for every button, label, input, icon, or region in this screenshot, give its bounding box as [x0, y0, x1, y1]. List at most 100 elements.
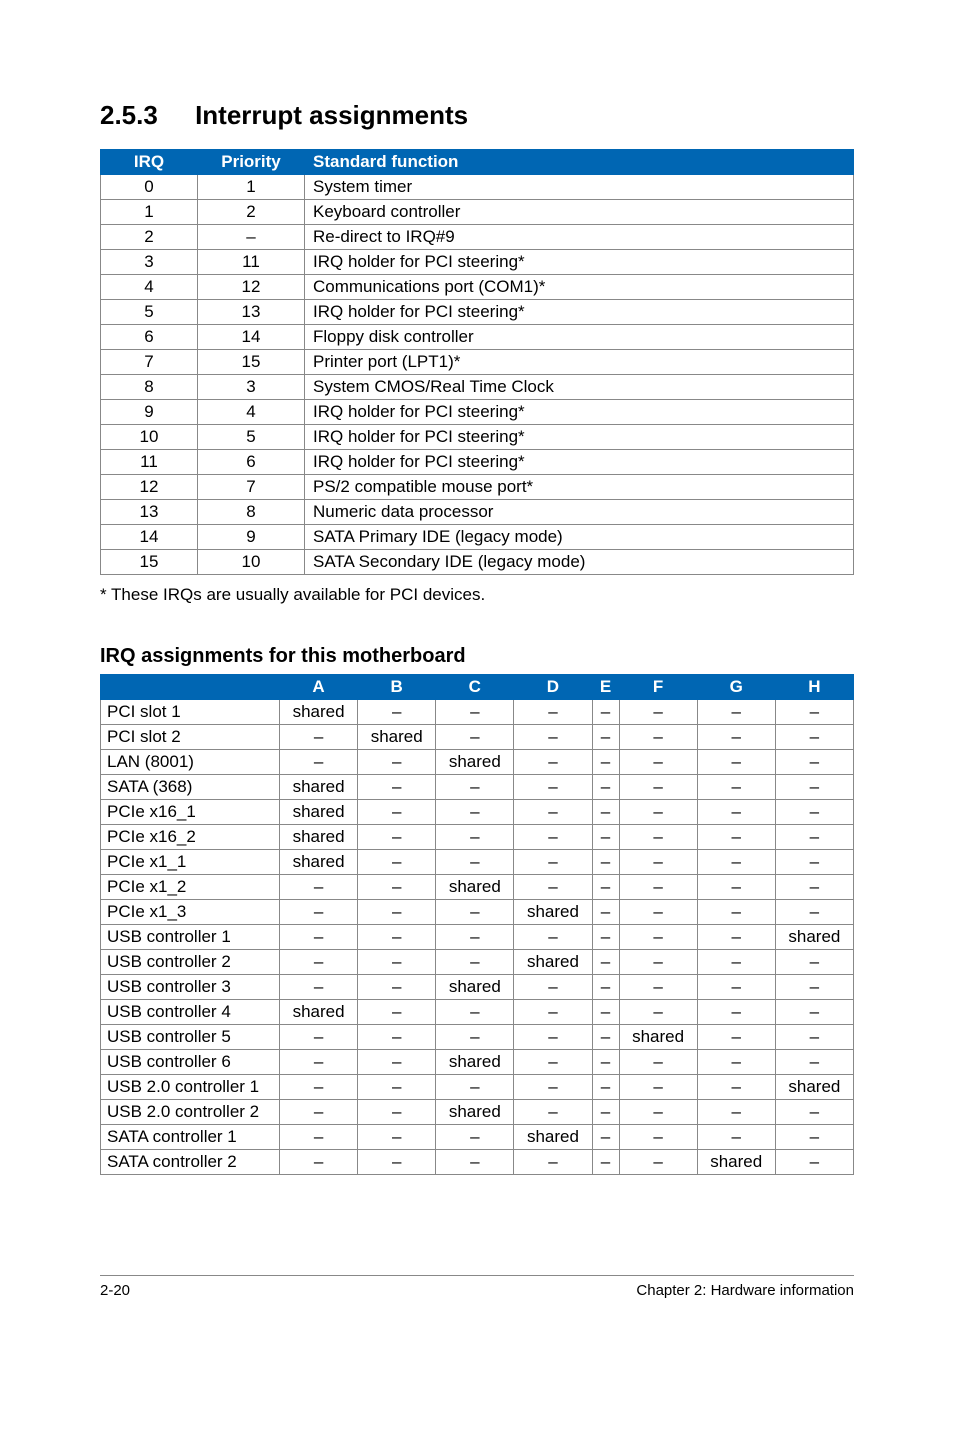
- assign-cell: –: [775, 1100, 853, 1125]
- table-row: PCIe x1_1shared–––––––: [101, 850, 854, 875]
- assign-cell: –: [697, 1025, 775, 1050]
- assign-cell: –: [592, 1000, 619, 1025]
- assign-row-label: SATA (368): [101, 775, 280, 800]
- assign-cell: –: [514, 1100, 592, 1125]
- assign-cell: –: [697, 825, 775, 850]
- assign-cell: –: [280, 900, 358, 925]
- assign-row-label: PCIe x1_3: [101, 900, 280, 925]
- assign-row-label: USB controller 5: [101, 1025, 280, 1050]
- assign-cell: shared: [436, 875, 514, 900]
- table-row: 2–Re-direct to IRQ#9: [101, 225, 854, 250]
- assign-table-header-col: G: [697, 675, 775, 700]
- assign-cell: –: [514, 850, 592, 875]
- assign-table-header-col: H: [775, 675, 853, 700]
- table-row: LAN (8001)––shared–––––: [101, 750, 854, 775]
- assign-cell: –: [619, 750, 697, 775]
- priority-cell: 9: [198, 525, 305, 550]
- assign-cell: –: [280, 725, 358, 750]
- assign-cell: –: [592, 950, 619, 975]
- assign-cell: –: [280, 925, 358, 950]
- priority-cell: 10: [198, 550, 305, 575]
- assign-cell: –: [775, 875, 853, 900]
- assign-cell: –: [358, 700, 436, 725]
- assign-table-header-col: D: [514, 675, 592, 700]
- assign-cell: –: [514, 925, 592, 950]
- assign-cell: –: [619, 950, 697, 975]
- assign-cell: –: [514, 1025, 592, 1050]
- irq-table-header-irq: IRQ: [101, 150, 198, 175]
- assign-row-label: PCIe x1_2: [101, 875, 280, 900]
- assign-cell: –: [592, 1150, 619, 1175]
- assign-cell: shared: [280, 700, 358, 725]
- assign-cell: –: [436, 825, 514, 850]
- assign-cell: –: [775, 1125, 853, 1150]
- assign-cell: –: [592, 1050, 619, 1075]
- assign-cell: –: [436, 850, 514, 875]
- assign-cell: –: [775, 975, 853, 1000]
- assign-cell: –: [619, 1050, 697, 1075]
- assign-cell: –: [514, 700, 592, 725]
- irq-footnote: * These IRQs are usually available for P…: [100, 585, 854, 605]
- table-row: SATA controller 2––––––shared–: [101, 1150, 854, 1175]
- assign-cell: shared: [358, 725, 436, 750]
- priority-cell: 2: [198, 200, 305, 225]
- priority-cell: 3: [198, 375, 305, 400]
- assign-cell: –: [775, 850, 853, 875]
- assign-cell: shared: [280, 825, 358, 850]
- fn-cell: Re-direct to IRQ#9: [305, 225, 854, 250]
- priority-cell: 5: [198, 425, 305, 450]
- assign-cell: –: [592, 775, 619, 800]
- assign-row-label: PCIe x16_2: [101, 825, 280, 850]
- assign-cell: shared: [280, 800, 358, 825]
- assign-cell: shared: [436, 1050, 514, 1075]
- assign-cell: –: [775, 725, 853, 750]
- assign-cell: shared: [436, 975, 514, 1000]
- priority-cell: 13: [198, 300, 305, 325]
- assign-cell: –: [592, 1100, 619, 1125]
- assign-cell: –: [436, 700, 514, 725]
- irq-cell: 2: [101, 225, 198, 250]
- assign-cell: –: [619, 900, 697, 925]
- assign-cell: –: [280, 1075, 358, 1100]
- assign-cell: –: [592, 875, 619, 900]
- assign-cell: –: [436, 950, 514, 975]
- table-row: PCI slot 2–shared––––––: [101, 725, 854, 750]
- assign-cell: –: [775, 700, 853, 725]
- fn-cell: IRQ holder for PCI steering*: [305, 300, 854, 325]
- assign-cell: –: [280, 1025, 358, 1050]
- table-row: 311IRQ holder for PCI steering*: [101, 250, 854, 275]
- fn-cell: Keyboard controller: [305, 200, 854, 225]
- assign-cell: –: [592, 1075, 619, 1100]
- assign-cell: shared: [775, 925, 853, 950]
- priority-cell: 1: [198, 175, 305, 200]
- assign-cell: –: [514, 1000, 592, 1025]
- irq-cell: 12: [101, 475, 198, 500]
- assign-cell: –: [280, 950, 358, 975]
- assign-cell: –: [592, 1025, 619, 1050]
- irq-cell: 3: [101, 250, 198, 275]
- assign-cell: –: [697, 775, 775, 800]
- assign-cell: –: [775, 1025, 853, 1050]
- assign-cell: –: [697, 875, 775, 900]
- assign-cell: shared: [514, 950, 592, 975]
- assign-cell: –: [436, 775, 514, 800]
- assign-cell: shared: [280, 850, 358, 875]
- fn-cell: IRQ holder for PCI steering*: [305, 425, 854, 450]
- table-row: USB controller 5–––––shared––: [101, 1025, 854, 1050]
- fn-cell: Printer port (LPT1)*: [305, 350, 854, 375]
- table-row: 83System CMOS/Real Time Clock: [101, 375, 854, 400]
- assign-cell: shared: [514, 1125, 592, 1150]
- assign-cell: –: [358, 875, 436, 900]
- table-row: PCI slot 1shared–––––––: [101, 700, 854, 725]
- assign-cell: –: [358, 1075, 436, 1100]
- assign-cell: –: [358, 1050, 436, 1075]
- table-row: SATA controller 1–––shared––––: [101, 1125, 854, 1150]
- assign-cell: –: [280, 1100, 358, 1125]
- assign-row-label: PCIe x16_1: [101, 800, 280, 825]
- assign-cell: shared: [436, 1100, 514, 1125]
- table-row: USB controller 4shared–––––––: [101, 1000, 854, 1025]
- assign-cell: –: [436, 800, 514, 825]
- table-row: PCIe x1_3–––shared––––: [101, 900, 854, 925]
- assign-cell: –: [358, 750, 436, 775]
- fn-cell: IRQ holder for PCI steering*: [305, 400, 854, 425]
